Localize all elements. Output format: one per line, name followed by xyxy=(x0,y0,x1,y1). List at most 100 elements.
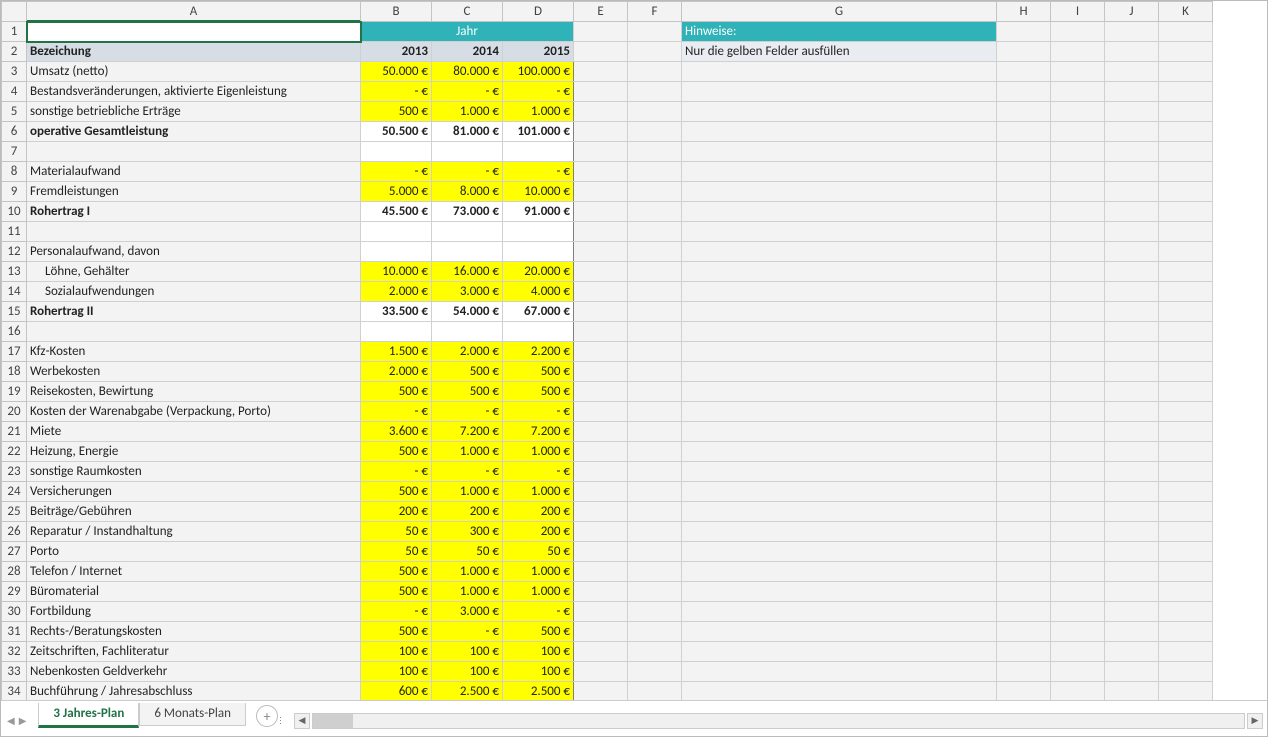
cell[interactable] xyxy=(1051,22,1105,42)
value-cell[interactable]: 50 € xyxy=(361,542,432,562)
cell[interactable] xyxy=(1159,222,1213,242)
cell[interactable] xyxy=(682,162,997,182)
cell[interactable] xyxy=(1051,422,1105,442)
cell[interactable] xyxy=(628,142,682,162)
cell[interactable] xyxy=(628,82,682,102)
value-cell[interactable]: 100 € xyxy=(432,642,503,662)
cell[interactable] xyxy=(1105,362,1159,382)
value-cell[interactable]: - € xyxy=(503,82,574,102)
cell[interactable] xyxy=(1159,622,1213,642)
value-cell[interactable]: 3.000 € xyxy=(432,282,503,302)
label-cell[interactable]: Bestandsveränderungen, aktivierte Eigenl… xyxy=(27,82,361,102)
value-cell[interactable]: 200 € xyxy=(503,502,574,522)
row-header[interactable]: 21 xyxy=(2,422,27,442)
value-cell[interactable]: - € xyxy=(361,602,432,622)
cell[interactable] xyxy=(1051,362,1105,382)
row-header[interactable]: 28 xyxy=(2,562,27,582)
value-cell[interactable]: - € xyxy=(432,162,503,182)
value-cell[interactable]: 500 € xyxy=(361,102,432,122)
cell[interactable] xyxy=(682,422,997,442)
cell[interactable] xyxy=(1051,582,1105,602)
label-cell[interactable]: Heizung, Energie xyxy=(27,442,361,462)
value-cell[interactable] xyxy=(361,242,432,262)
cell[interactable] xyxy=(1105,82,1159,102)
cell[interactable] xyxy=(1051,42,1105,62)
value-cell[interactable]: - € xyxy=(361,82,432,102)
cell[interactable] xyxy=(997,662,1051,682)
value-cell[interactable]: 200 € xyxy=(361,502,432,522)
value-cell[interactable]: 500 € xyxy=(361,442,432,462)
cell[interactable] xyxy=(1159,162,1213,182)
cell[interactable] xyxy=(1051,402,1105,422)
value-cell[interactable]: - € xyxy=(361,462,432,482)
label-cell[interactable]: sonstige Raumkosten xyxy=(27,462,361,482)
cell[interactable] xyxy=(1159,682,1213,701)
cell[interactable] xyxy=(1051,142,1105,162)
col-header-I[interactable]: I xyxy=(1051,2,1105,22)
cell[interactable] xyxy=(1105,122,1159,142)
cell[interactable] xyxy=(1051,462,1105,482)
value-cell[interactable]: 1.000 € xyxy=(503,102,574,122)
value-cell[interactable]: 5.000 € xyxy=(361,182,432,202)
cell[interactable] xyxy=(574,222,628,242)
cell[interactable] xyxy=(628,642,682,662)
cell[interactable] xyxy=(574,462,628,482)
cell[interactable] xyxy=(574,662,628,682)
cell[interactable] xyxy=(574,82,628,102)
label-cell[interactable]: sonstige betriebliche Erträge xyxy=(27,102,361,122)
cell[interactable] xyxy=(574,202,628,222)
label-cell[interactable]: Rohertrag II xyxy=(27,302,361,322)
value-cell[interactable]: 100 € xyxy=(503,642,574,662)
spreadsheet-grid[interactable]: A B C D E F G H I J K 1JahrHinweise:2Bez… xyxy=(1,1,1213,700)
cell[interactable] xyxy=(1051,322,1105,342)
cell[interactable] xyxy=(1159,422,1213,442)
cell[interactable] xyxy=(997,562,1051,582)
cell[interactable] xyxy=(1159,542,1213,562)
scroll-thumb[interactable] xyxy=(313,714,353,728)
cell[interactable] xyxy=(997,102,1051,122)
cell[interactable] xyxy=(1051,542,1105,562)
cell[interactable] xyxy=(628,322,682,342)
cell[interactable] xyxy=(1159,142,1213,162)
value-cell[interactable]: 1.000 € xyxy=(503,482,574,502)
cell[interactable] xyxy=(682,682,997,701)
cell[interactable] xyxy=(574,42,628,62)
cell[interactable] xyxy=(1159,362,1213,382)
value-cell[interactable]: 50 € xyxy=(361,522,432,542)
cell[interactable] xyxy=(1159,602,1213,622)
value-cell[interactable] xyxy=(432,222,503,242)
cell[interactable] xyxy=(1159,302,1213,322)
cell[interactable] xyxy=(1051,642,1105,662)
cell[interactable] xyxy=(1051,182,1105,202)
cell[interactable] xyxy=(682,502,997,522)
label-cell[interactable]: Zeitschriften, Fachliteratur xyxy=(27,642,361,662)
cell[interactable] xyxy=(1051,482,1105,502)
cell[interactable] xyxy=(628,62,682,82)
value-cell[interactable]: 50 € xyxy=(503,542,574,562)
cell[interactable] xyxy=(997,302,1051,322)
cell[interactable] xyxy=(628,682,682,701)
cell[interactable] xyxy=(1159,262,1213,282)
cell[interactable] xyxy=(1105,642,1159,662)
cell[interactable] xyxy=(1159,202,1213,222)
label-cell[interactable]: operative Gesamtleistung xyxy=(27,122,361,142)
cell[interactable] xyxy=(1159,62,1213,82)
cell[interactable] xyxy=(997,642,1051,662)
cell[interactable] xyxy=(997,182,1051,202)
cell[interactable] xyxy=(682,542,997,562)
cell[interactable] xyxy=(1159,122,1213,142)
row-header[interactable]: 10 xyxy=(2,202,27,222)
cell[interactable] xyxy=(1105,502,1159,522)
value-cell[interactable]: 45.500 € xyxy=(361,202,432,222)
cell[interactable] xyxy=(628,482,682,502)
cell[interactable] xyxy=(997,522,1051,542)
cell[interactable] xyxy=(1105,222,1159,242)
col-header-D[interactable]: D xyxy=(503,2,574,22)
header-2013[interactable]: 2013 xyxy=(361,42,432,62)
label-cell[interactable]: Reisekosten, Bewirtung xyxy=(27,382,361,402)
cell[interactable] xyxy=(682,462,997,482)
cell[interactable] xyxy=(682,382,997,402)
value-cell[interactable]: 1.000 € xyxy=(503,562,574,582)
row-header[interactable]: 8 xyxy=(2,162,27,182)
value-cell[interactable] xyxy=(503,322,574,342)
